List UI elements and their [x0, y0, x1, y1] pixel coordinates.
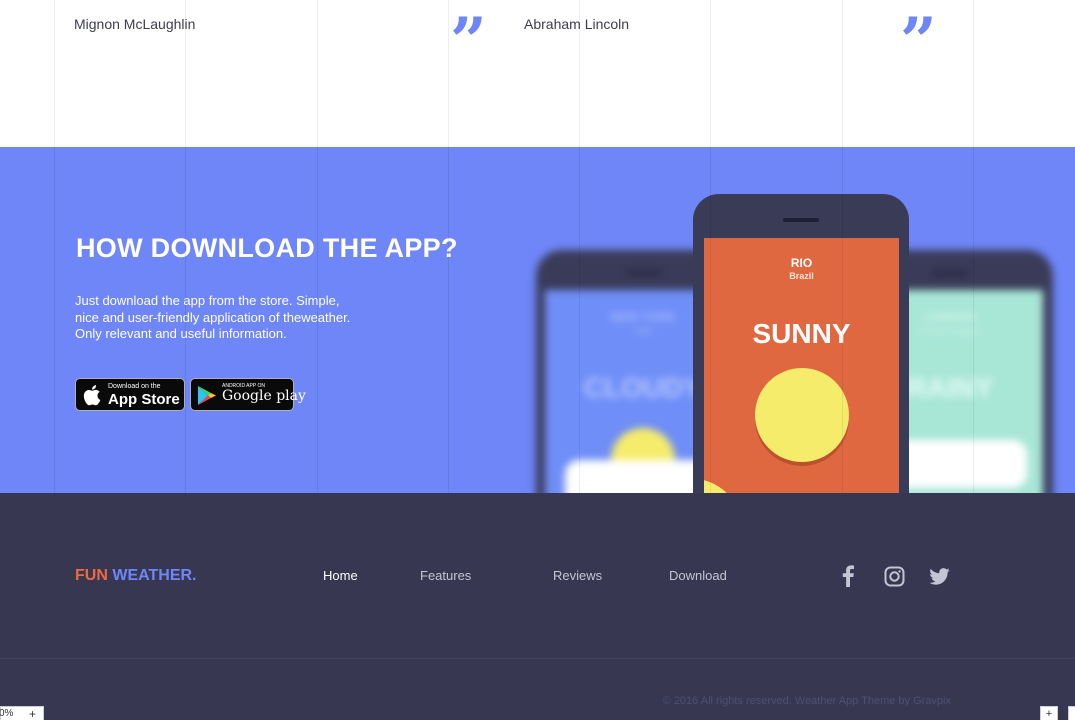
zoom-in-button[interactable]: +	[29, 707, 36, 721]
footer-divider	[0, 658, 1075, 659]
download-description: Just download the app from the store. Si…	[75, 293, 351, 341]
corner-button[interactable]	[1068, 706, 1075, 720]
copyright-text: © 2016 All rights reserved. Weather App …	[662, 695, 951, 707]
phone-speaker	[783, 218, 819, 222]
app-store-small-label: Download on the	[108, 383, 161, 390]
google-play-button[interactable]: ANDROID APP ON Google play	[190, 378, 306, 411]
apple-icon	[83, 385, 101, 406]
download-title: HOW DOWNLOAD THE APP?	[76, 233, 458, 263]
city-label: RIO	[790, 256, 813, 270]
quote-mark-icon: ”	[450, 4, 487, 79]
instagram-icon[interactable]	[884, 566, 905, 592]
download-section: HOW DOWNLOAD THE APP? Just download the …	[0, 147, 1075, 493]
twitter-icon[interactable]	[929, 568, 950, 590]
phone-screen-center: RIO Brazil SUNNY	[704, 238, 899, 493]
phone-mockup-center: RIO Brazil SUNNY	[693, 194, 909, 493]
testimonial-author: Abraham Lincoln	[524, 16, 630, 32]
country-label: Brazil	[789, 271, 814, 281]
facebook-icon[interactable]	[841, 565, 855, 592]
app-store-big-label: App Store	[108, 391, 180, 408]
quote-mark-icon: ”	[900, 4, 937, 79]
google-play-big-label: Google play	[222, 388, 306, 404]
sun-icon-partial	[704, 478, 744, 493]
zoom-control[interactable]: 0% +	[0, 706, 44, 721]
corner-plus-button[interactable]: +	[1040, 706, 1058, 720]
play-store-icon	[198, 386, 216, 405]
zoom-level: 0%	[0, 708, 14, 719]
footer-logo[interactable]: FUN WEATHER.	[75, 567, 196, 585]
sun-icon	[755, 368, 849, 462]
nav-home[interactable]: Home	[323, 568, 358, 583]
logo-part-weather: WEATHER.	[112, 567, 197, 584]
testimonials-section: Mignon McLaughlin ” Abraham Lincoln ”	[0, 0, 1075, 147]
logo-part-fun: FUN	[75, 567, 108, 584]
footer: FUN WEATHER. Home Features Reviews Downl…	[0, 493, 1075, 720]
nav-features[interactable]: Features	[420, 568, 471, 583]
testimonial-author: Mignon McLaughlin	[74, 16, 196, 32]
phone-speaker	[932, 271, 968, 275]
nav-reviews[interactable]: Reviews	[553, 568, 602, 583]
phone-speaker	[626, 271, 662, 275]
app-store-button[interactable]: Download on the App Store	[75, 378, 185, 411]
condition-label: SUNNY	[752, 318, 851, 349]
nav-download[interactable]: Download	[669, 568, 727, 583]
